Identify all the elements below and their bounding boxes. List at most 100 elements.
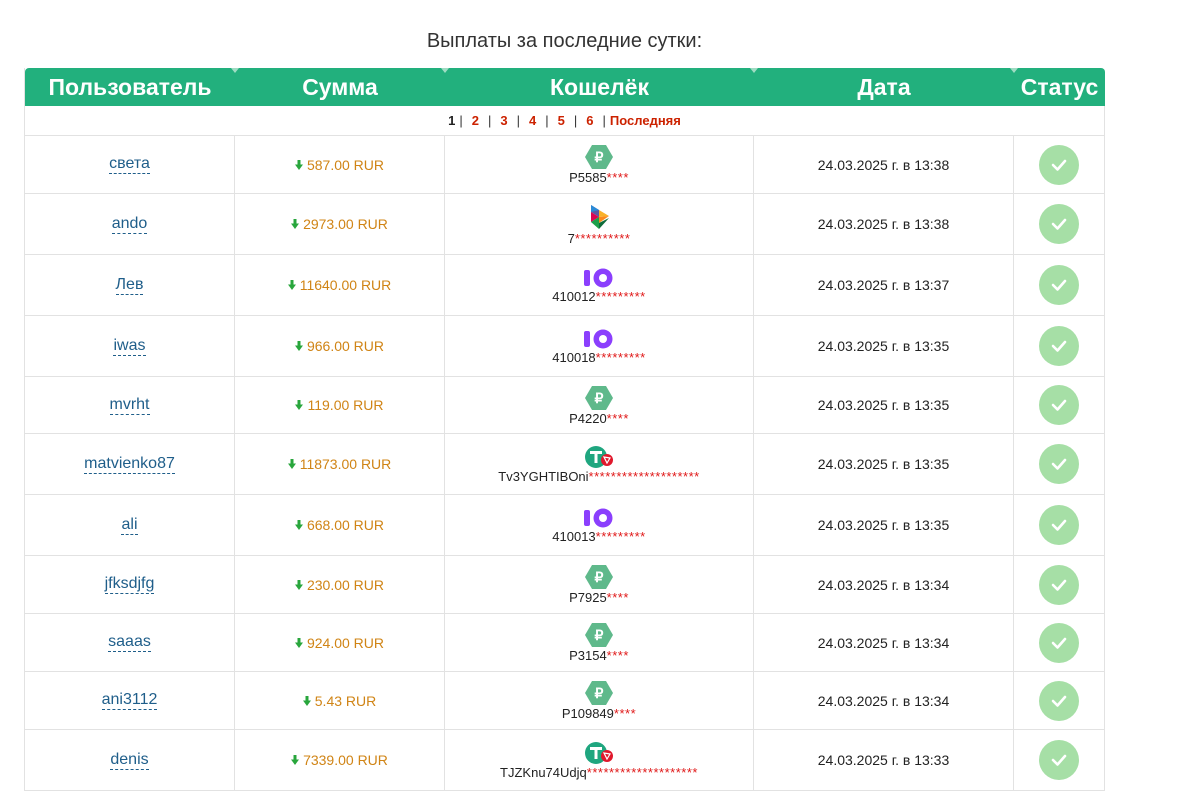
- cell-date: 24.03.2025 г. в 13:34: [754, 556, 1014, 613]
- cell-status: [1014, 377, 1105, 433]
- cell-wallet: ₽ P7925****: [445, 556, 754, 613]
- check-icon: [1039, 444, 1079, 484]
- wallet-mask: ********************: [586, 764, 698, 780]
- page-separator: |: [488, 113, 492, 128]
- user-link[interactable]: jfksdjfg: [104, 575, 155, 594]
- table-row: mvrht 119.00 RUR ₽ P4220**** 24.03.2025 г. в…: [25, 377, 1105, 434]
- cell-amount: 2973.00 RUR: [235, 194, 445, 254]
- table-row: Лев 11640.00 RUR 410012********* 24.03.2025…: [25, 255, 1105, 316]
- arrow-down-icon: [295, 397, 307, 413]
- wallet-number: 410013*********: [552, 528, 646, 544]
- payout-date: 24.03.2025 г. в 13:35: [817, 397, 950, 413]
- cell-date: 24.03.2025 г. в 13:35: [754, 377, 1014, 433]
- wallet-mask: *********: [595, 288, 646, 304]
- amount: 966.00 RUR: [294, 338, 384, 354]
- cell-amount: 587.00 RUR: [235, 136, 445, 193]
- arrow-down-icon: [302, 693, 315, 709]
- wallet-prefix: P5585: [569, 170, 607, 185]
- payout-date: 24.03.2025 г. в 13:35: [817, 338, 950, 354]
- amount-value: 230.00 RUR: [306, 576, 385, 593]
- cell-wallet: ₽ P3154****: [445, 614, 754, 671]
- cell-user: denis: [25, 730, 235, 790]
- wallet-prefix: TJZKnu74Udjq: [500, 764, 587, 780]
- user-link[interactable]: matvienko87: [84, 455, 175, 474]
- check-icon: [1039, 144, 1079, 185]
- cell-date: 24.03.2025 г. в 13:34: [754, 672, 1014, 729]
- cell-amount: 668.00 RUR: [235, 495, 445, 555]
- cell-amount: 966.00 RUR: [235, 316, 445, 376]
- wallet-number: 7**********: [568, 230, 631, 246]
- amount-value: 7339.00 RUR: [303, 752, 388, 768]
- wallet-prefix: P4220: [569, 410, 607, 426]
- cell-status: [1014, 194, 1105, 254]
- wallet-mask: ****: [613, 706, 637, 721]
- page-link-6[interactable]: 6: [586, 113, 593, 128]
- yoomoney-icon: [583, 267, 615, 289]
- user-link[interactable]: Лев: [115, 276, 144, 295]
- cell-user: ani3112: [25, 672, 235, 729]
- cell-amount: 119.00 RUR: [235, 377, 445, 433]
- cell-amount: 7339.00 RUR: [235, 730, 445, 790]
- arrow-down-icon: [287, 277, 300, 293]
- cell-wallet: ₽ P5585****: [445, 136, 754, 193]
- table-row: ali 668.00 RUR 410013********* 24.03.2025 г…: [25, 495, 1105, 556]
- cell-wallet: TJZKnu74Udjq********************: [445, 730, 754, 790]
- wallet-mask: *********: [595, 528, 646, 544]
- wallet-number: TJZKnu74Udjq********************: [500, 764, 698, 780]
- payout-date: 24.03.2025 г. в 13:35: [817, 517, 950, 533]
- user-link[interactable]: denis: [110, 751, 149, 770]
- cell-date: 24.03.2025 г. в 13:35: [754, 495, 1014, 555]
- page-separator: |: [516, 113, 521, 128]
- page-separator: |: [602, 113, 606, 128]
- page-link-5[interactable]: 5: [558, 113, 565, 128]
- check-icon: [1039, 564, 1079, 605]
- wallet-mask: ****: [606, 410, 629, 426]
- cell-status: [1014, 316, 1105, 376]
- svg-text:₽: ₽: [595, 149, 604, 165]
- svg-text:₽: ₽: [595, 390, 604, 406]
- cell-wallet: 410013*********: [445, 495, 754, 555]
- amount-value: 924.00 RUR: [306, 634, 385, 651]
- user-link[interactable]: света: [109, 155, 150, 174]
- check-icon: [1039, 385, 1079, 425]
- wallet-mask: **********: [574, 230, 631, 246]
- amount: 668.00 RUR: [294, 517, 384, 533]
- cell-user: ando: [25, 194, 235, 254]
- page-link-3[interactable]: 3: [500, 113, 507, 128]
- page-link-2[interactable]: 2: [472, 113, 479, 128]
- user-link[interactable]: ando: [111, 215, 148, 234]
- user-link[interactable]: iwas: [113, 337, 146, 356]
- cell-status: [1014, 614, 1105, 671]
- svg-text:₽: ₽: [595, 569, 604, 585]
- check-icon: [1039, 505, 1079, 545]
- page-link-4[interactable]: 4: [529, 113, 536, 128]
- user-link[interactable]: saaas: [108, 633, 151, 652]
- page-link-last[interactable]: Последняя: [610, 113, 681, 128]
- payout-date: 24.03.2025 г. в 13:38: [817, 216, 950, 232]
- header-status: Статус: [1010, 68, 1105, 106]
- user-link[interactable]: ani3112: [101, 691, 158, 710]
- cell-date: 24.03.2025 г. в 13:34: [754, 614, 1014, 671]
- cell-status: [1014, 136, 1105, 193]
- cell-user: matvienko87: [25, 434, 235, 494]
- cell-user: Лев: [25, 255, 235, 315]
- check-icon: [1039, 680, 1079, 721]
- wallet-mask: ****: [606, 590, 629, 605]
- table-row: matvienko87 11873.00 RUR Tv3YGHTIBOni*****…: [25, 434, 1105, 495]
- wallet-prefix: P3154: [569, 648, 607, 663]
- payout-date: 24.03.2025 г. в 13:34: [817, 634, 950, 651]
- cell-amount: 924.00 RUR: [235, 614, 445, 671]
- table-row: ani3112 5.43 RUR ₽ P109849**** 24.03.2025 г.…: [25, 672, 1105, 730]
- cell-user: saaas: [25, 614, 235, 671]
- cell-status: [1014, 255, 1105, 315]
- check-icon: [1039, 740, 1079, 780]
- svg-text:₽: ₽: [595, 685, 604, 701]
- pagination: 1 | 2 | 3 | 4 | 5 | 6 | Последняя: [25, 106, 1105, 136]
- check-icon: [1039, 326, 1079, 366]
- cell-wallet: 410012*********: [445, 255, 754, 315]
- amount-value: 119.00 RUR: [307, 397, 384, 413]
- user-link[interactable]: mvrht: [109, 396, 150, 415]
- payeer-icon: ₽: [584, 622, 614, 648]
- user-link[interactable]: ali: [121, 516, 138, 535]
- wallet-number: P7925****: [569, 591, 629, 605]
